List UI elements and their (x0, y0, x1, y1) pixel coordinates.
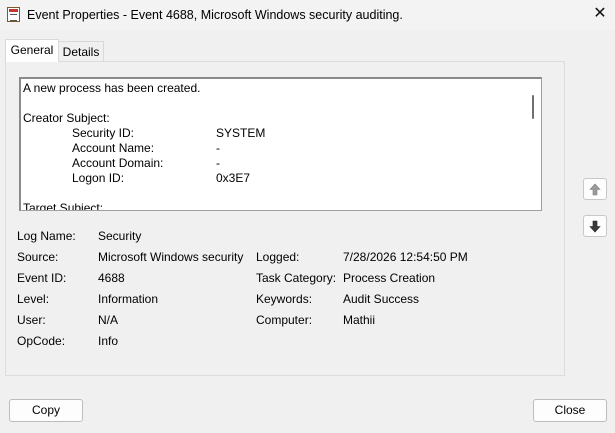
description-value: 0x3E7 (216, 171, 251, 185)
event-viewer-icon (7, 7, 20, 22)
scrollbar-thumb[interactable] (532, 95, 534, 119)
source-value: Microsoft Windows security (98, 250, 244, 264)
description-section-target: Target Subject: (23, 201, 104, 211)
log-name-value: Security (98, 229, 142, 243)
keywords-value: Audit Success (343, 292, 420, 306)
description-key: Security ID: (72, 126, 135, 140)
logged-label: Logged: (256, 250, 300, 264)
computer-value: Mathii (343, 313, 376, 327)
event-id-label: Event ID: (17, 271, 67, 285)
task-category-value: Process Creation (343, 271, 436, 285)
window-title: Event Properties - Event 4688, Microsoft… (27, 8, 403, 22)
description-section-creator: Creator Subject: (23, 111, 110, 125)
opcode-value: Info (98, 334, 119, 348)
event-description-box[interactable]: A new process has been created. Creator … (19, 77, 542, 211)
user-label: User: (17, 313, 46, 327)
arrow-up-icon (589, 183, 601, 196)
log-name-label: Log Name: (17, 229, 76, 243)
source-label: Source: (17, 250, 59, 264)
task-category-label: Task Category: (256, 271, 337, 285)
previous-event-button[interactable] (583, 178, 607, 200)
arrow-down-icon (589, 220, 601, 233)
computer-label: Computer: (256, 313, 313, 327)
window-close-button[interactable]: ✕ (592, 6, 608, 22)
description-key: Account Domain: (72, 156, 164, 170)
description-value: SYSTEM (216, 126, 266, 140)
title-bar: Event Properties - Event 4688, Microsoft… (0, 0, 615, 30)
description-value: - (216, 141, 220, 155)
level-value: Information (98, 292, 159, 306)
description-scrollbar[interactable] (524, 79, 541, 210)
event-id-value: 4688 (98, 271, 125, 285)
opcode-label: OpCode: (17, 334, 66, 348)
description-key: Account Name: (72, 141, 155, 155)
close-button[interactable]: Close (533, 399, 607, 422)
keywords-label: Keywords: (256, 292, 313, 306)
tab-details[interactable]: Details (59, 41, 104, 62)
user-value: N/A (98, 313, 119, 327)
logged-value: 7/28/2026 12:54:50 PM (343, 250, 468, 264)
description-key: Logon ID: (72, 171, 125, 185)
description-value: - (216, 156, 220, 170)
copy-button[interactable]: Copy (9, 399, 83, 422)
next-event-button[interactable] (583, 215, 607, 237)
description-summary: A new process has been created. (23, 81, 201, 95)
tab-general[interactable]: General (5, 39, 59, 62)
level-label: Level: (17, 292, 50, 306)
